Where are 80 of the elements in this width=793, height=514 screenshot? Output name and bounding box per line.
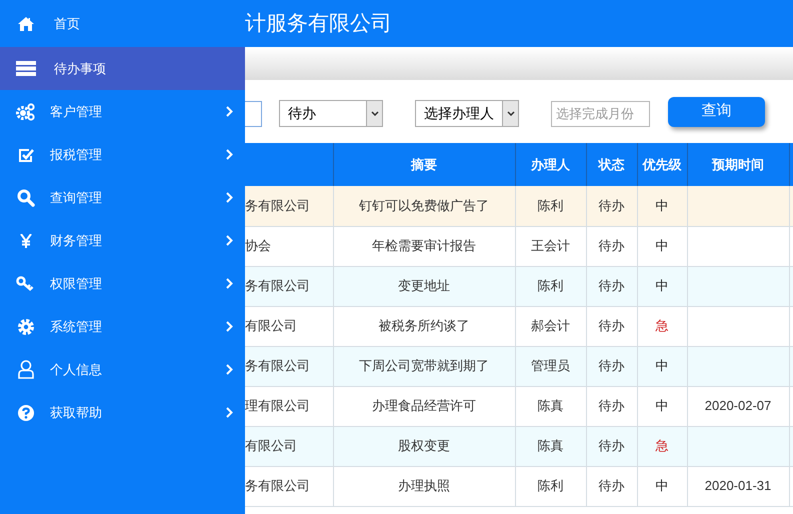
menu-item[interactable]: 首页 [0, 0, 245, 47]
table-cell: 待办 [598, 478, 624, 494]
menu-item[interactable]: 客户管理 [0, 90, 245, 133]
table-cell: 待办 [598, 238, 624, 254]
checkbox-icon [18, 146, 34, 162]
table-cell: 待办 [598, 278, 624, 294]
table-cell: 协会 [245, 238, 271, 254]
table-cell: 股权变更 [398, 438, 450, 454]
table-cell: 办理食品经营许可 [372, 398, 476, 414]
caret-icon [506, 111, 514, 116]
table-cell: 被税务所约谈了 [378, 318, 470, 334]
table-row[interactable]: 有限公司 股权变更 陈真 待办 急 [245, 426, 793, 466]
table-cell: 待办 [598, 318, 624, 334]
menu-item[interactable]: 权限管理 [0, 262, 245, 305]
table-cell: 下周公司宽带就到期了 [359, 358, 489, 374]
table-cell: 王会计 [531, 238, 570, 254]
table-cell: 陈真 [538, 438, 564, 454]
table-cell: 理有限公司 [245, 398, 310, 414]
table-row[interactable]: 有限公司 被税务所约谈了 郝会计 待办 急 [245, 306, 793, 346]
table-cell: 务有限公司 [245, 478, 310, 494]
table-cell: 年检需要审计报告 [372, 238, 476, 254]
menu-item[interactable]: 财务管理 [0, 219, 245, 262]
table-cell: 陈利 [538, 198, 564, 213]
help-icon [18, 404, 34, 420]
key-icon [16, 276, 36, 292]
table-cell: 中 [656, 478, 668, 494]
table-cell: 中 [656, 238, 668, 254]
table-cell: 待办 [598, 398, 624, 414]
table-cell: 变更地址 [398, 278, 450, 294]
table-cell: 钉钉可以免费做广告了 [359, 198, 489, 213]
table-row[interactable]: 务有限公司 下周公司宽带就到期了 管理员 待办 中 [245, 346, 793, 386]
table-row[interactable]: 务有限公司 钉钉可以免费做广告了 陈利 待办 中 [245, 186, 793, 226]
menu-item[interactable]: 系统管理 [0, 305, 245, 348]
search-icon [17, 188, 35, 206]
table-row[interactable]: 理有限公司 办理食品经营许可 陈真 待办 中 2020-02-07 [245, 386, 793, 426]
gear-icon [17, 318, 35, 336]
menu-item[interactable]: 获取帮助 [0, 391, 245, 434]
table-cell: 中 [656, 398, 668, 414]
table-row[interactable]: 协会 年检需要审计报告 王会计 待办 中 [245, 226, 793, 266]
select-value: 选择办理人 [423, 104, 495, 123]
table-cell: 务有限公司 [245, 198, 310, 213]
menu-item[interactable]: 查询管理 [0, 176, 245, 219]
table-cell: 中 [656, 358, 668, 374]
month-field[interactable]: 选择完成月份 [551, 100, 650, 126]
input-field[interactable] [245, 100, 262, 126]
yen-icon [20, 234, 32, 248]
handler-select[interactable]: 选择办理人 [415, 100, 519, 127]
table-cell: 2020-01-31 [704, 478, 772, 494]
status-select[interactable]: 待办 [279, 100, 383, 127]
table-cell: 待办 [598, 438, 624, 454]
menu-item[interactable]: 待办事项 [0, 47, 245, 90]
table-cell: 待办 [598, 198, 624, 213]
table-cell: 郝会计 [531, 318, 570, 334]
company-title: 计服务有限公司 [245, 10, 392, 37]
table-cell: 有限公司 [245, 438, 297, 454]
table-cell: 急 [656, 438, 668, 454]
table-cell: 陈真 [538, 398, 564, 414]
table-cell: 务有限公司 [245, 278, 310, 294]
table-cell: 2020-02-07 [704, 398, 772, 414]
table-cell: 陈利 [538, 478, 564, 494]
menu-item[interactable]: 报税管理 [0, 133, 245, 176]
caret-icon [370, 111, 378, 116]
table-row[interactable]: 务有限公司 办理执照 陈利 待办 中 2020-01-31 [245, 466, 793, 506]
gears-icon [16, 102, 36, 120]
select-value: 待办 [287, 104, 317, 123]
table-cell: 中 [656, 278, 668, 294]
table-cell: 中 [656, 198, 668, 213]
menu-item[interactable]: 个人信息 [0, 348, 245, 391]
table-cell: 有限公司 [245, 318, 297, 334]
table-cell: 陈利 [538, 278, 564, 294]
table-cell: 办理执照 [398, 478, 450, 494]
user-icon [17, 360, 35, 379]
server-icon [16, 61, 36, 76]
table-cell: 待办 [598, 358, 624, 374]
table-cell: 务有限公司 [245, 358, 310, 374]
table-cell: 急 [656, 318, 668, 334]
home-icon [17, 16, 35, 32]
query-button[interactable]: 查询 [668, 96, 765, 126]
table-row[interactable]: 务有限公司 变更地址 陈利 待办 中 [245, 266, 793, 306]
table-cell: 管理员 [531, 358, 570, 374]
